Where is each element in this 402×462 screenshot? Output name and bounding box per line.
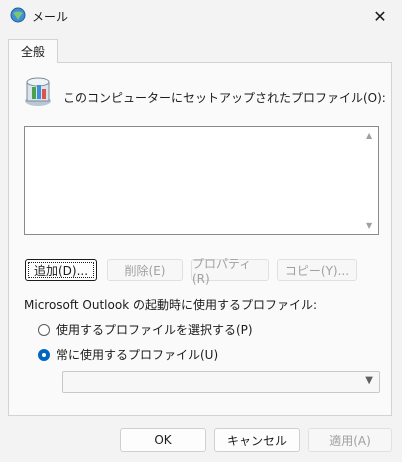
profile-list[interactable]: ▲ ▼ [24, 126, 379, 235]
profiles-label: このコンピューターにセットアップされたプロファイル(O): [63, 91, 386, 105]
remove-button[interactable]: 削除(E) [107, 259, 183, 281]
apply-button[interactable]: 適用(A) [308, 428, 392, 452]
radio-always-label: 常に使用するプロファイル(U) [56, 348, 219, 362]
properties-button[interactable]: プロパティ(R) [191, 257, 269, 286]
radio-prompt-label: 使用するプロファイルを選択する(P) [56, 323, 253, 337]
general-panel: このコンピューターにセットアップされたプロファイル(O): ▲ ▼ 追加(D).… [8, 62, 392, 416]
tab-general-label: 全般 [20, 45, 45, 59]
close-button[interactable]: ✕ [358, 0, 402, 32]
radio-always-indicator[interactable] [38, 348, 50, 361]
cancel-button[interactable]: キャンセル [214, 428, 300, 452]
profile-combo[interactable]: ▼ [62, 371, 380, 393]
radio-prompt-indicator[interactable] [38, 323, 50, 336]
profiles-icon [25, 77, 51, 106]
title-bar: メール ✕ [0, 0, 402, 32]
profile-list-scrollbar[interactable]: ▲ ▼ [362, 127, 378, 234]
scroll-down-icon[interactable]: ▼ [366, 221, 372, 230]
mail-app-icon [10, 7, 26, 23]
radio-always-use-profile[interactable]: 常に使用するプロファイル(U) [38, 346, 218, 363]
scroll-up-icon[interactable]: ▲ [366, 131, 372, 140]
radio-prompt-profile[interactable]: 使用するプロファイルを選択する(P) [38, 321, 253, 338]
add-button[interactable]: 追加(D)... [25, 259, 97, 281]
ok-button[interactable]: OK [120, 428, 206, 452]
startup-caption: Microsoft Outlook の起動時に使用するプロファイル: [24, 298, 318, 312]
copy-button[interactable]: コピー(Y)... [277, 259, 357, 281]
chevron-down-icon: ▼ [365, 375, 373, 386]
close-icon: ✕ [373, 6, 387, 26]
tab-general[interactable]: 全般 [8, 39, 58, 63]
window-title: メール [32, 10, 69, 24]
